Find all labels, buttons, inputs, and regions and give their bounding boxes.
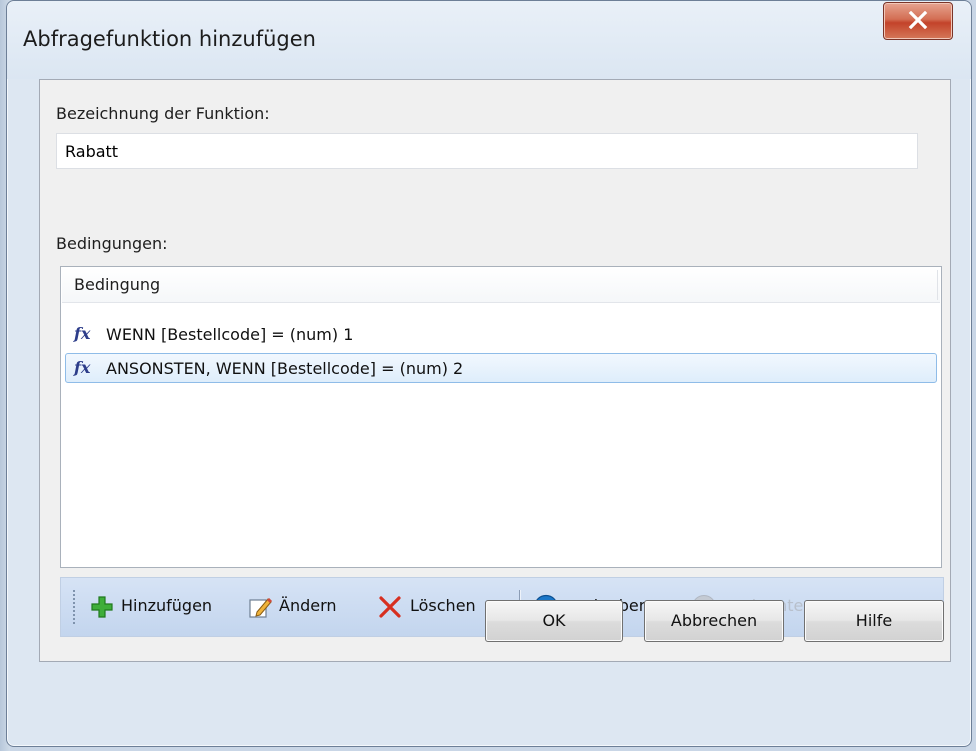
- list-item-selected[interactable]: fx ANSONSTEN, WENN [Bestellcode] = (num)…: [65, 353, 937, 383]
- cancel-button[interactable]: Abbrechen: [644, 600, 784, 642]
- name-input[interactable]: Rabatt: [56, 133, 918, 169]
- delete-label: Löschen: [410, 596, 476, 615]
- add-label: Hinzufügen: [121, 596, 213, 615]
- name-label: Bezeichnung der Funktion:: [56, 104, 270, 123]
- add-button[interactable]: Hinzufügen: [89, 578, 239, 636]
- help-button[interactable]: Hilfe: [804, 600, 944, 642]
- close-button[interactable]: [883, 2, 953, 40]
- header-divider: [937, 270, 938, 300]
- column-header-bedingung[interactable]: Bedingung: [62, 268, 940, 303]
- fx-icon: fx: [74, 324, 91, 343]
- delete-x-icon: [379, 596, 401, 618]
- edit-label: Ändern: [279, 596, 337, 615]
- plus-icon: [91, 596, 113, 618]
- list-item[interactable]: fx WENN [Bestellcode] = (num) 1: [65, 319, 937, 349]
- column-header-label: Bedingung: [74, 275, 161, 294]
- list-item-text: ANSONSTEN, WENN [Bestellcode] = (num) 2: [106, 359, 464, 378]
- conditions-label: Bedingungen:: [56, 234, 168, 253]
- fx-icon: fx: [74, 358, 91, 377]
- title-bar: Abfragefunktion hinzufügen: [7, 1, 971, 79]
- window-title: Abfragefunktion hinzufügen: [23, 27, 316, 51]
- ok-button[interactable]: OK: [485, 600, 623, 642]
- list-item-text: WENN [Bestellcode] = (num) 1: [106, 325, 354, 344]
- dialog-content: Bezeichnung der Funktion: Rabatt Bedingu…: [39, 79, 951, 662]
- dialog-window: Abfragefunktion hinzufügen Bezeichnung d…: [6, 0, 972, 747]
- pencil-edit-icon: [249, 597, 273, 618]
- edit-button[interactable]: Ändern: [247, 578, 365, 636]
- conditions-list[interactable]: Bedingung fx WENN [Bestellcode] = (num) …: [60, 266, 942, 568]
- toolbar-grip[interactable]: [73, 590, 75, 624]
- close-icon: [908, 11, 928, 29]
